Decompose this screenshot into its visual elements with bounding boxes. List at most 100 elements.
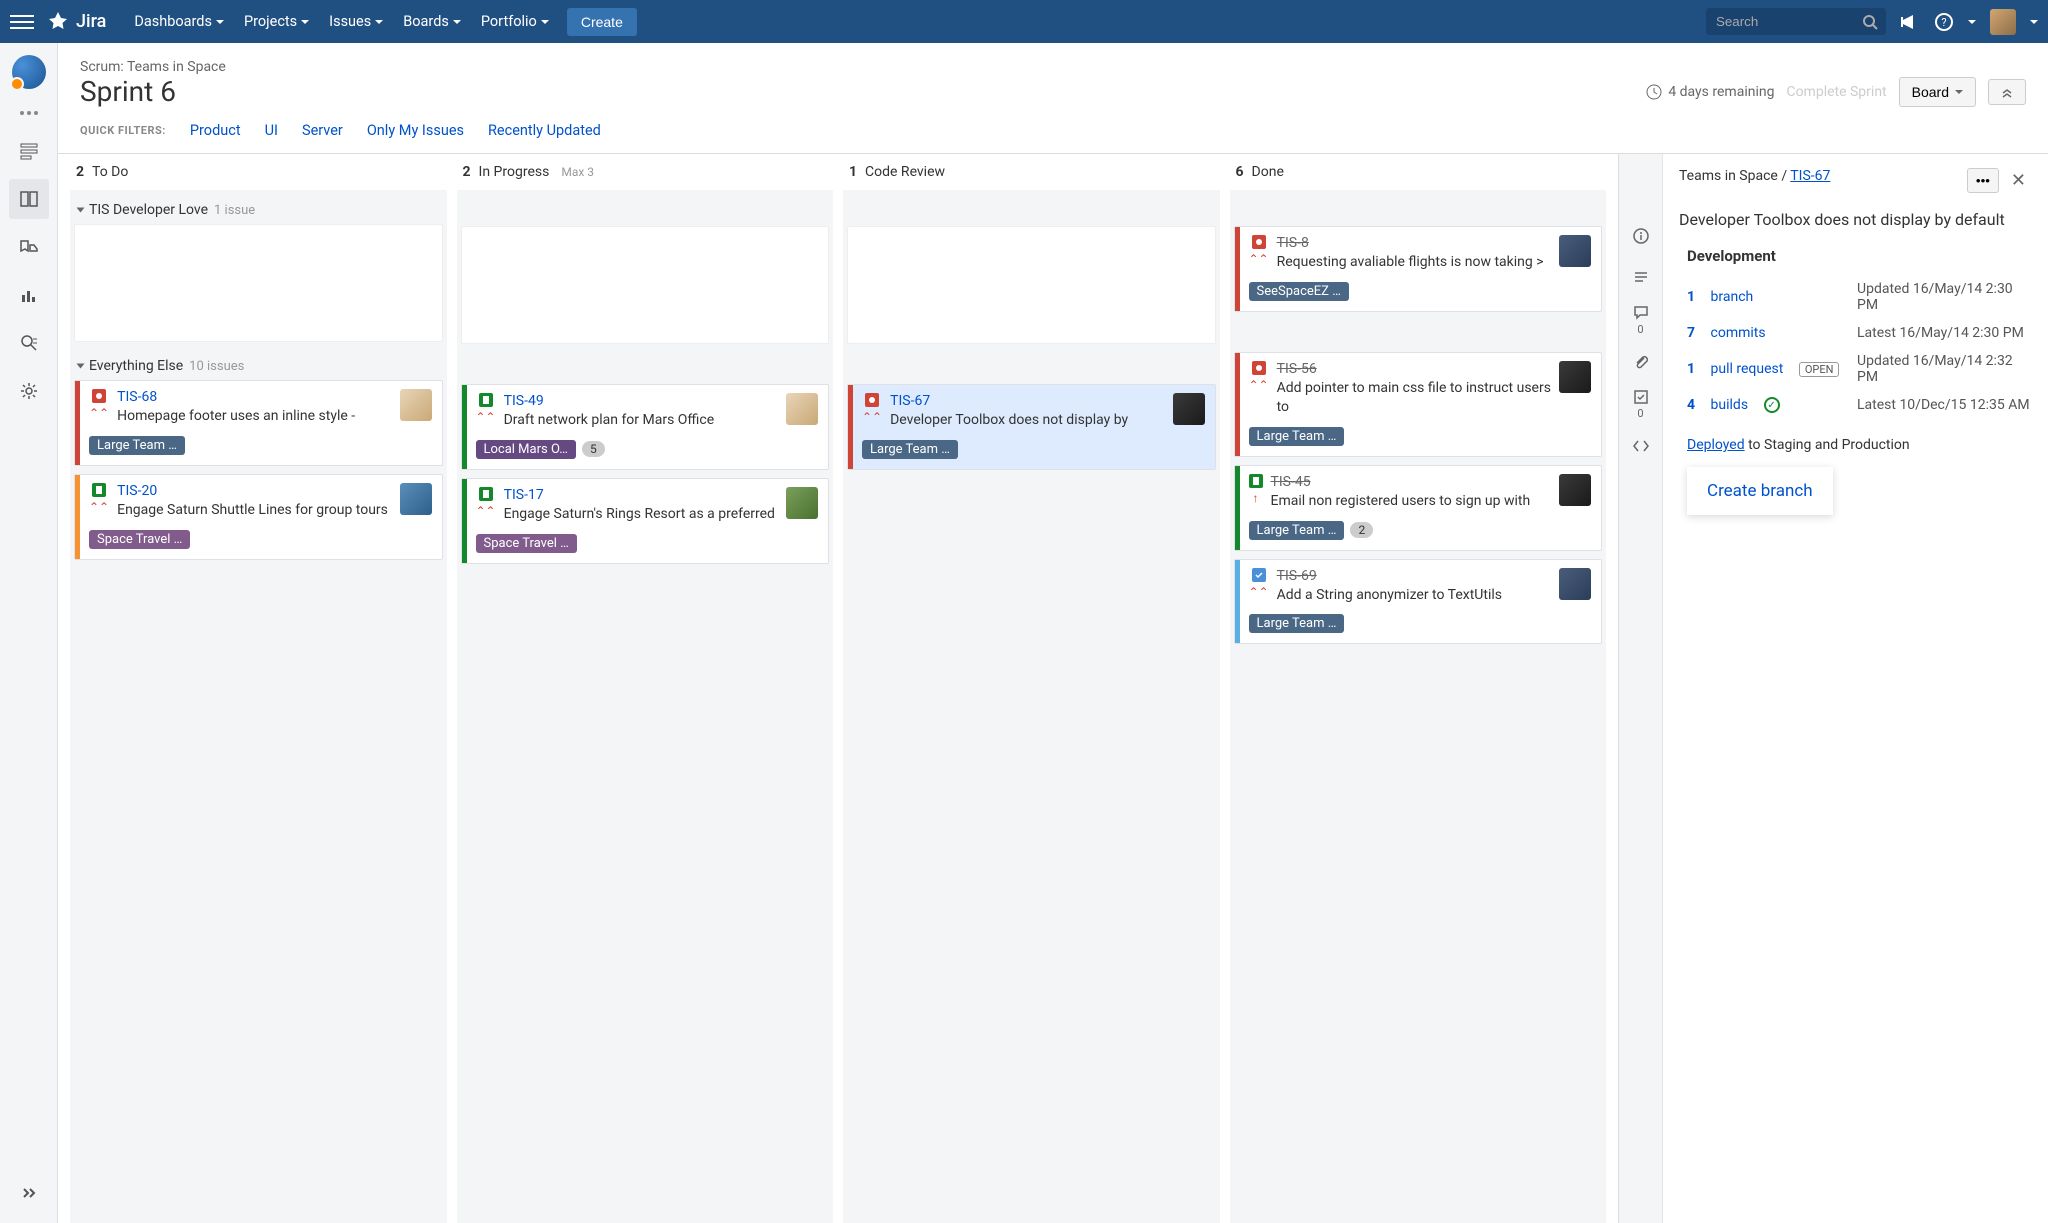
breadcrumb[interactable]: Scrum: Teams in Space: [80, 59, 2026, 75]
card-tis-68[interactable]: ⌃⌃ TIS-68 Homepage footer uses an inline…: [74, 380, 443, 466]
sidebar-board-icon[interactable]: [9, 179, 49, 219]
issue-key[interactable]: TIS-56: [1277, 361, 1551, 377]
story-icon: [1249, 474, 1263, 488]
nav-portfolio[interactable]: Portfolio: [471, 13, 559, 30]
nav-issues[interactable]: Issues: [319, 13, 393, 30]
board-columns: 2To Do TIS Developer Love1 issue Everyth…: [58, 154, 1618, 1223]
issue-summary: Developer Toolbox does not display by: [890, 411, 1164, 430]
detail-subtasks-icon[interactable]: 0: [1623, 386, 1659, 422]
epic-badge[interactable]: Space Travel …: [89, 530, 190, 549]
detail-attachments-icon[interactable]: [1623, 344, 1659, 380]
assignee-avatar[interactable]: [1173, 393, 1205, 425]
swimlane-header-everything-else[interactable]: Everything Else10 issues: [74, 350, 443, 380]
issue-key[interactable]: TIS-69: [1277, 568, 1551, 584]
assignee-avatar[interactable]: [786, 487, 818, 519]
issue-key[interactable]: TIS-68: [117, 389, 391, 405]
epic-badge[interactable]: Large Team …: [862, 440, 958, 459]
issue-key-link[interactable]: TIS-67: [1790, 168, 1830, 184]
card-tis-69[interactable]: ⌃⌃ TIS-69 Add a String anonymizer to Tex…: [1234, 559, 1603, 645]
card-tis-49[interactable]: ⌃⌃ TIS-49 Draft network plan for Mars Of…: [461, 384, 830, 470]
sidebar-backlog-icon[interactable]: [9, 131, 49, 171]
nav-dashboards[interactable]: Dashboards: [124, 13, 234, 30]
sidebar-issues-icon[interactable]: [9, 323, 49, 363]
close-panel-icon[interactable]: ✕: [2005, 168, 2032, 193]
complete-sprint-button[interactable]: Complete Sprint: [1786, 84, 1886, 100]
assignee-avatar[interactable]: [1559, 568, 1591, 600]
card-tis-45[interactable]: ↑ TIS-45 Email non registered users to s…: [1234, 465, 1603, 551]
column-header: 1Code Review: [843, 154, 1220, 190]
issue-key[interactable]: TIS-17: [504, 487, 778, 503]
priority-highest-icon: ⌃⌃: [1249, 586, 1269, 598]
dev-branch-row[interactable]: 1 branch Updated 16/May/14 2:30 PM: [1687, 275, 2032, 319]
create-button[interactable]: Create: [567, 8, 637, 36]
development-heading: Development: [1687, 247, 2032, 265]
epic-badge[interactable]: Space Travel …: [476, 534, 577, 553]
card-tis-8[interactable]: ⌃⌃ TIS-8 Requesting avaliable flights is…: [1234, 226, 1603, 312]
board-dropdown-button[interactable]: Board: [1899, 77, 1976, 107]
app-switcher-icon[interactable]: [10, 10, 34, 34]
epic-badge[interactable]: Large Team …: [1249, 427, 1345, 446]
assignee-avatar[interactable]: [1559, 474, 1591, 506]
issue-key[interactable]: TIS-67: [890, 393, 1164, 409]
bug-icon: [1252, 361, 1266, 375]
more-actions-button[interactable]: •••: [1967, 168, 1999, 193]
jira-icon: [46, 10, 70, 34]
dev-commits-row[interactable]: 7 commits Latest 16/May/14 2:30 PM: [1687, 319, 2032, 347]
assignee-avatar[interactable]: [400, 483, 432, 515]
sidebar-settings-icon[interactable]: [9, 371, 49, 411]
feedback-icon[interactable]: [1900, 12, 1920, 32]
epic-badge[interactable]: Large Team …: [1249, 521, 1345, 540]
deployed-link[interactable]: Deployed: [1687, 437, 1745, 453]
story-icon: [479, 487, 493, 501]
svg-text:?: ?: [1941, 16, 1946, 29]
assignee-avatar[interactable]: [1559, 361, 1591, 393]
card-tis-17[interactable]: ⌃⌃ TIS-17 Engage Saturn's Rings Resort a…: [461, 478, 830, 564]
filter-server[interactable]: Server: [302, 122, 343, 139]
epic-badge[interactable]: Large Team …: [1249, 614, 1345, 633]
assignee-avatar[interactable]: [786, 393, 818, 425]
epic-badge[interactable]: Large Team …: [89, 436, 185, 455]
filter-recently-updated[interactable]: Recently Updated: [488, 122, 601, 139]
filter-product[interactable]: Product: [190, 122, 241, 139]
detail-breadcrumb: Teams in Space / TIS-67: [1679, 168, 1957, 184]
detail-info-icon[interactable]: [1623, 218, 1659, 254]
issue-key[interactable]: TIS-49: [504, 393, 778, 409]
user-avatar[interactable]: [1990, 9, 2016, 35]
dev-builds-row[interactable]: 4 builds ✓ Latest 10/Dec/15 12:35 AM: [1687, 391, 2032, 419]
more-icon[interactable]: [20, 111, 38, 115]
issue-key[interactable]: TIS-8: [1277, 235, 1551, 251]
detail-description-icon[interactable]: [1623, 260, 1659, 296]
detail-dev-icon[interactable]: [1623, 428, 1659, 464]
main-content: Scrum: Teams in Space Sprint 6 4 days re…: [58, 43, 2048, 1223]
detail-comments-icon[interactable]: 0: [1623, 302, 1659, 338]
jira-logo[interactable]: Jira: [46, 10, 106, 34]
create-branch-button[interactable]: Create branch: [1687, 467, 1833, 515]
collapse-button[interactable]: [1988, 79, 2026, 105]
nav-boards[interactable]: Boards: [393, 13, 471, 30]
dev-pullrequest-row[interactable]: 1 pull request OPEN Updated 16/May/14 2:…: [1687, 347, 2032, 391]
nav-projects[interactable]: Projects: [234, 13, 319, 30]
bug-icon: [1252, 235, 1266, 249]
sidebar-reports-icon[interactable]: [9, 275, 49, 315]
card-tis-20[interactable]: ⌃⌃ TIS-20 Engage Saturn Shuttle Lines fo…: [74, 474, 443, 560]
filter-only-my-issues[interactable]: Only My Issues: [367, 122, 464, 139]
assignee-avatar[interactable]: [400, 389, 432, 421]
swimlane-header-developer-love[interactable]: TIS Developer Love1 issue: [74, 194, 443, 224]
issue-key[interactable]: TIS-45: [1271, 474, 1552, 490]
card-tis-67[interactable]: ⌃⌃ TIS-67 Developer Toolbox does not dis…: [847, 384, 1216, 470]
page-title: Sprint 6: [80, 75, 176, 108]
search-input[interactable]: [1706, 8, 1886, 35]
column-in-progress: 2In ProgressMax 3 ⌃⌃: [457, 154, 834, 1223]
epic-badge[interactable]: SeeSpaceEZ …: [1249, 282, 1349, 301]
epic-badge[interactable]: Local Mars O…: [476, 440, 576, 459]
column-done: 6Done ⌃⌃ TIS-8: [1230, 154, 1607, 1223]
card-tis-56[interactable]: ⌃⌃ TIS-56 Add pointer to main css file t…: [1234, 352, 1603, 457]
assignee-avatar[interactable]: [1559, 235, 1591, 267]
filter-ui[interactable]: UI: [265, 122, 278, 139]
issue-key[interactable]: TIS-20: [117, 483, 391, 499]
project-avatar-icon[interactable]: [12, 55, 46, 89]
filters-label: QUICK FILTERS:: [80, 124, 166, 137]
sidebar-releases-icon[interactable]: [9, 227, 49, 267]
help-icon[interactable]: ?: [1934, 12, 1954, 32]
expand-sidebar-icon[interactable]: [9, 1173, 49, 1213]
